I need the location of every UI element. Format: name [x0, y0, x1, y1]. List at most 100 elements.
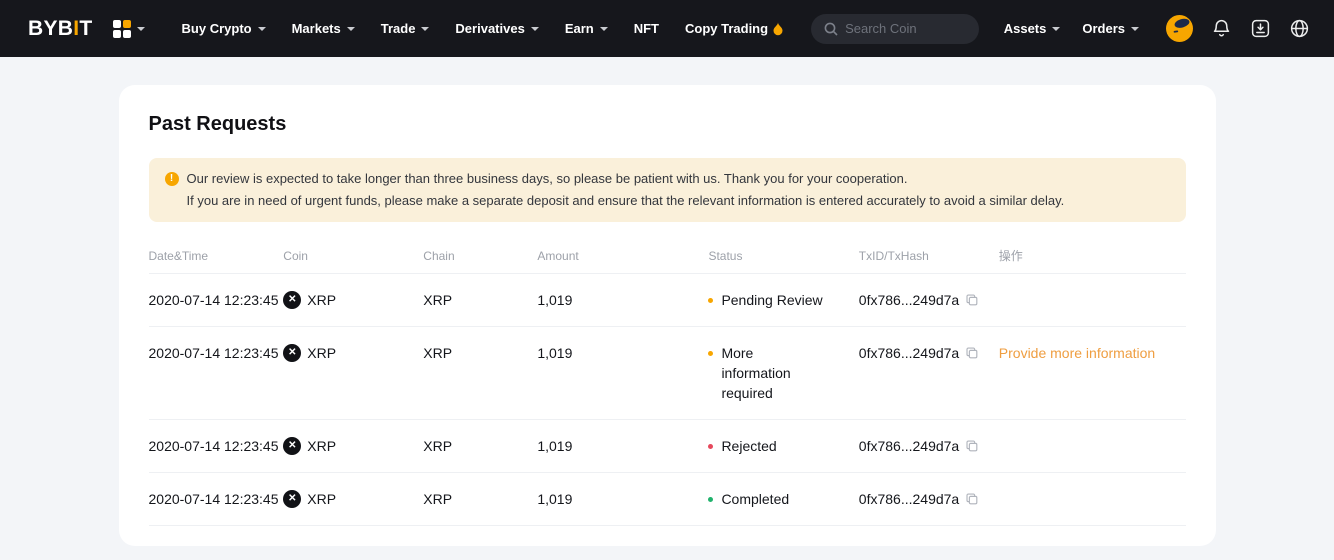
chevron-down-icon	[421, 27, 429, 31]
status-dot	[708, 351, 713, 356]
header-amount: Amount	[537, 249, 708, 263]
nav-buy-crypto[interactable]: Buy Crypto	[169, 21, 279, 36]
cell-coin: ✕ XRP	[283, 290, 423, 310]
header-chain: Chain	[423, 249, 537, 263]
status-dot	[708, 497, 713, 502]
nav-label: Trade	[381, 21, 416, 36]
cell-chain: XRP	[423, 290, 537, 310]
cell-datetime: 2020-07-14 12:23:45	[149, 489, 284, 509]
table-row: 2020-07-14 12:23:45 ✕ XRP XRP 1,019 Comp…	[149, 473, 1186, 526]
past-requests-table: Date&Time Coin Chain Amount Status TxID/…	[149, 238, 1186, 526]
cell-amount: 1,019	[537, 343, 708, 363]
nav-label: Markets	[292, 21, 341, 36]
navbar-right: Assets Orders	[993, 15, 1310, 42]
notice-line-2: If you are in need of urgent funds, plea…	[187, 190, 1065, 212]
cell-txid: 0fx786...249d7a	[859, 436, 999, 456]
nav-trade[interactable]: Trade	[368, 21, 443, 36]
coin-label: XRP	[307, 343, 336, 363]
flame-icon	[772, 22, 784, 36]
cell-coin: ✕ XRP	[283, 343, 423, 363]
xrp-coin-icon: ✕	[283, 490, 301, 508]
xrp-coin-icon: ✕	[283, 437, 301, 455]
cell-action: Provide more information	[999, 343, 1180, 363]
cell-txid: 0fx786...249d7a	[859, 489, 999, 509]
cell-status: Pending Review	[708, 290, 858, 310]
nav-label: NFT	[634, 21, 659, 36]
header-action: 操作	[999, 247, 1180, 264]
cell-coin: ✕ XRP	[283, 489, 423, 509]
header-txid: TxID/TxHash	[859, 249, 999, 263]
copy-icon[interactable]	[965, 439, 979, 453]
cell-txid: 0fx786...249d7a	[859, 343, 999, 363]
table-header-row: Date&Time Coin Chain Amount Status TxID/…	[149, 238, 1186, 274]
table-row: 2020-07-14 12:23:45 ✕ XRP XRP 1,019 Pend…	[149, 274, 1186, 327]
nav-markets[interactable]: Markets	[279, 21, 368, 36]
cell-datetime: 2020-07-14 12:23:45	[149, 290, 284, 310]
xrp-coin-icon: ✕	[283, 344, 301, 362]
nav-orders[interactable]: Orders	[1071, 21, 1150, 36]
cell-chain: XRP	[423, 489, 537, 509]
cell-chain: XRP	[423, 343, 537, 363]
nav-label: Orders	[1082, 21, 1125, 36]
cell-datetime: 2020-07-14 12:23:45	[149, 343, 284, 363]
chevron-down-icon	[258, 27, 266, 31]
language-globe-icon[interactable]	[1289, 18, 1310, 39]
user-avatar[interactable]	[1166, 15, 1193, 42]
cell-amount: 1,019	[537, 436, 708, 456]
top-navbar: BYBIT Buy Crypto Markets Trade Derivativ…	[0, 0, 1334, 57]
provide-more-information-link[interactable]: Provide more information	[999, 345, 1155, 361]
cell-status: Completed	[708, 489, 858, 509]
chevron-down-icon	[137, 27, 145, 31]
txid-value: 0fx786...249d7a	[859, 343, 959, 363]
past-requests-card: Past Requests ! Our review is expected t…	[119, 85, 1216, 546]
notice-text: Our review is expected to take longer th…	[187, 168, 1065, 212]
copy-icon[interactable]	[965, 346, 979, 360]
chevron-down-icon	[1052, 27, 1060, 31]
chevron-down-icon	[531, 27, 539, 31]
download-app-icon[interactable]	[1250, 18, 1271, 39]
nav-label: Copy Trading	[685, 21, 768, 36]
table-row: 2020-07-14 12:23:45 ✕ XRP XRP 1,019 Reje…	[149, 420, 1186, 473]
cell-datetime: 2020-07-14 12:23:45	[149, 436, 284, 456]
nav-derivatives[interactable]: Derivatives	[442, 21, 551, 36]
chevron-down-icon	[1131, 27, 1139, 31]
cell-status: Rejected	[708, 436, 858, 456]
status-label: Rejected	[721, 436, 776, 456]
table-row: 2020-07-14 12:23:45 ✕ XRP XRP 1,019 More…	[149, 327, 1186, 420]
warning-icon: !	[165, 172, 179, 186]
bybit-logo[interactable]: BYBIT	[28, 17, 93, 41]
nav-nft[interactable]: NFT	[621, 21, 672, 36]
nav-label: Buy Crypto	[182, 21, 252, 36]
cell-txid: 0fx786...249d7a	[859, 290, 999, 310]
coin-label: XRP	[307, 290, 336, 310]
review-notice-banner: ! Our review is expected to take longer …	[149, 158, 1186, 222]
txid-value: 0fx786...249d7a	[859, 290, 959, 310]
chevron-down-icon	[347, 27, 355, 31]
status-label: Pending Review	[721, 290, 822, 310]
apps-menu-button[interactable]	[113, 20, 145, 38]
xrp-coin-icon: ✕	[283, 291, 301, 309]
copy-icon[interactable]	[965, 492, 979, 506]
header-datetime: Date&Time	[149, 249, 284, 263]
logo-text: BYB	[28, 17, 73, 40]
apps-grid-icon	[113, 20, 131, 38]
cell-coin: ✕ XRP	[283, 436, 423, 456]
txid-value: 0fx786...249d7a	[859, 489, 959, 509]
header-status: Status	[708, 249, 858, 263]
status-label: More information required	[721, 343, 822, 403]
cell-amount: 1,019	[537, 489, 708, 509]
coin-label: XRP	[307, 489, 336, 509]
notice-line-1: Our review is expected to take longer th…	[187, 168, 1065, 190]
logo-text-2: T	[79, 17, 92, 40]
cell-status: More information required	[708, 343, 858, 403]
status-label: Completed	[721, 489, 789, 509]
search-bar	[811, 14, 979, 44]
copy-icon[interactable]	[965, 293, 979, 307]
coin-label: XRP	[307, 436, 336, 456]
nav-copy-trading[interactable]: Copy Trading	[672, 21, 797, 36]
nav-assets[interactable]: Assets	[993, 21, 1072, 36]
header-coin: Coin	[283, 249, 423, 263]
nav-earn[interactable]: Earn	[552, 21, 621, 36]
notifications-bell-icon[interactable]	[1211, 18, 1232, 39]
nav-label: Assets	[1004, 21, 1047, 36]
